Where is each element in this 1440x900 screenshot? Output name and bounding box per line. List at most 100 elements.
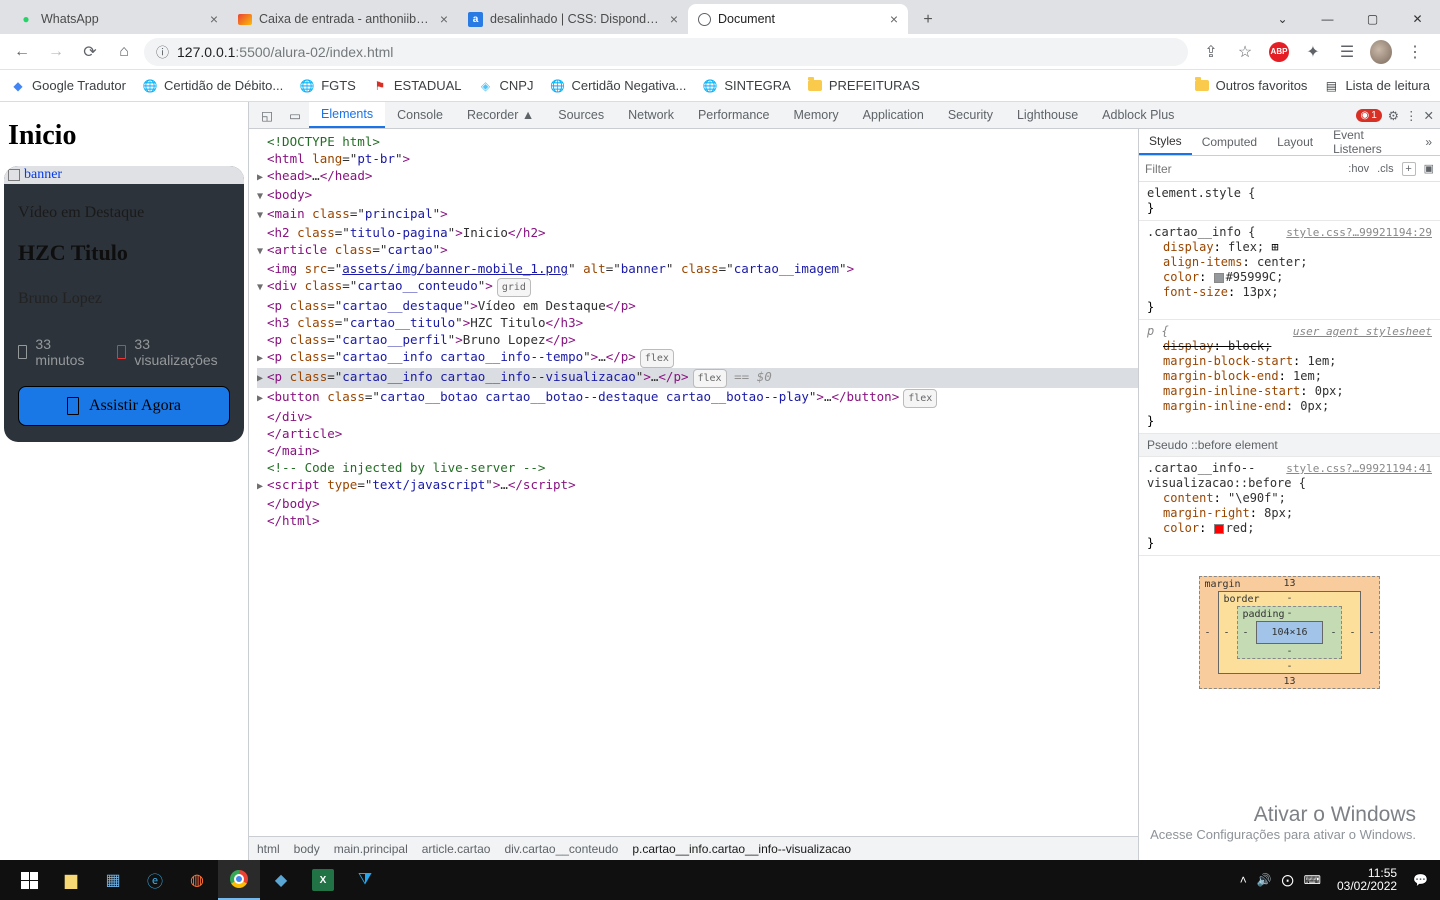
close-window-button[interactable]: ✕ bbox=[1395, 4, 1440, 34]
tab-recorder[interactable]: Recorder ▲ bbox=[455, 102, 546, 128]
tab-whatsapp[interactable]: ● WhatsApp × bbox=[8, 4, 228, 34]
dom-line[interactable]: <h3 class="cartao__titulo">HZC Titulo</h… bbox=[257, 314, 1138, 331]
tab-application[interactable]: Application bbox=[851, 102, 936, 128]
color-swatch-icon[interactable] bbox=[1214, 273, 1224, 283]
abp-icon[interactable]: ABP bbox=[1268, 41, 1290, 63]
tab-alura[interactable]: a desalinhado | CSS: Dispondo ele × bbox=[458, 4, 688, 34]
reload-button[interactable]: ⟳ bbox=[76, 38, 104, 66]
menu-icon[interactable]: ⋮ bbox=[1404, 41, 1426, 63]
flex-editor-icon[interactable]: ⊞ bbox=[1271, 240, 1278, 254]
cls-toggle[interactable]: .cls bbox=[1377, 163, 1394, 175]
watch-now-button[interactable]: Assistir Agora bbox=[18, 386, 230, 426]
rule-src-link[interactable]: style.css?…99921194:41 bbox=[1286, 461, 1432, 476]
site-info-icon[interactable]: ⓘ bbox=[156, 42, 169, 61]
tray-lang-icon[interactable]: ⌨ bbox=[1304, 873, 1321, 887]
dom-line[interactable]: ▼<body> bbox=[257, 186, 1138, 205]
file-explorer-icon[interactable]: ▆ bbox=[50, 860, 92, 900]
dom-line[interactable]: ▶<head>…</head> bbox=[257, 167, 1138, 186]
tray-network-icon[interactable]: ⨀ bbox=[1282, 873, 1294, 887]
bookmark-reading-list[interactable]: ▤Lista de leitura bbox=[1323, 78, 1430, 94]
tab-performance[interactable]: Performance bbox=[686, 102, 782, 128]
inspect-icon[interactable]: ◱ bbox=[253, 102, 281, 128]
rule-src-link[interactable]: style.css?…99921194:29 bbox=[1286, 225, 1432, 240]
minimize-button[interactable]: — bbox=[1305, 4, 1350, 34]
rule-p-ua[interactable]: user agent stylesheet p { display: block… bbox=[1139, 320, 1440, 434]
caret-down-icon[interactable]: ⌄ bbox=[1260, 4, 1305, 34]
start-button[interactable] bbox=[8, 860, 50, 900]
dom-line[interactable]: ▶<script type="text/javascript">…</scrip… bbox=[257, 476, 1138, 495]
tray-up-icon[interactable]: ˄ bbox=[1240, 873, 1247, 887]
crumb[interactable]: body bbox=[294, 842, 320, 856]
styles-filter-input[interactable] bbox=[1145, 162, 1340, 176]
tab-gmail[interactable]: Caixa de entrada - anthoniibs@g × bbox=[228, 4, 458, 34]
tab-adblock[interactable]: Adblock Plus bbox=[1090, 102, 1186, 128]
more-tabs-icon[interactable]: » bbox=[1417, 135, 1440, 149]
rule-visualizacao-before[interactable]: style.css?…99921194:41 .cartao__info--vi… bbox=[1139, 457, 1440, 556]
dom-line[interactable]: </div> bbox=[257, 408, 1138, 425]
close-icon[interactable]: × bbox=[440, 11, 448, 27]
dom-line[interactable]: ▶<p class="cartao__info cartao__info--vi… bbox=[257, 368, 1138, 388]
elements-tree[interactable]: <!DOCTYPE html><html lang="pt-br">▶<head… bbox=[249, 129, 1138, 836]
dom-line[interactable]: </main> bbox=[257, 442, 1138, 459]
reading-list-icon[interactable]: ☰ bbox=[1336, 41, 1358, 63]
close-icon[interactable]: × bbox=[890, 11, 898, 27]
notifications-icon[interactable]: 💬 bbox=[1413, 873, 1428, 887]
dom-line[interactable]: <h2 class="titulo-pagina">Inicio</h2> bbox=[257, 224, 1138, 241]
ie-icon[interactable]: ⓔ bbox=[134, 860, 176, 900]
box-model[interactable]: margin 13 13 -- border -- -- padding -- bbox=[1139, 556, 1440, 709]
crumb[interactable]: div.cartao__conteudo bbox=[504, 842, 618, 856]
calculator-icon[interactable]: ▦ bbox=[92, 860, 134, 900]
home-button[interactable]: ⌂ bbox=[110, 38, 138, 66]
hov-toggle[interactable]: :hov bbox=[1348, 163, 1369, 175]
error-count-badge[interactable]: ◉ 1 bbox=[1356, 109, 1382, 122]
tab-document[interactable]: Document × bbox=[688, 4, 908, 34]
close-icon[interactable]: × bbox=[670, 11, 678, 27]
tab-sources[interactable]: Sources bbox=[546, 102, 616, 128]
bookmark-item[interactable]: ⚑ESTADUAL bbox=[372, 78, 462, 94]
address-bar[interactable]: ⓘ 127.0.0.1:5500/alura-02/index.html bbox=[144, 38, 1188, 66]
bookmark-other[interactable]: Outros favoritos bbox=[1194, 78, 1308, 94]
dom-line[interactable]: ▼<main class="principal"> bbox=[257, 205, 1138, 224]
firefox-icon[interactable]: ◍ bbox=[176, 860, 218, 900]
sidetab-computed[interactable]: Computed bbox=[1192, 129, 1267, 155]
dom-line[interactable]: <img src="assets/img/banner-mobile_1.png… bbox=[257, 260, 1138, 277]
dom-line[interactable]: </article> bbox=[257, 425, 1138, 442]
dom-line[interactable]: ▶<button class="cartao__botao cartao__bo… bbox=[257, 388, 1138, 408]
dom-line[interactable]: <!DOCTYPE html> bbox=[257, 133, 1138, 150]
app-icon[interactable]: ◆ bbox=[260, 860, 302, 900]
bookmark-item[interactable]: 🌐FGTS bbox=[299, 78, 356, 94]
profile-avatar[interactable] bbox=[1370, 41, 1392, 63]
crumb[interactable]: main.principal bbox=[334, 842, 408, 856]
dom-line[interactable]: </html> bbox=[257, 512, 1138, 529]
tray-volume-icon[interactable]: 🔊 bbox=[1257, 873, 1272, 887]
dom-line[interactable]: <p class="cartao__destaque">Vídeo em Des… bbox=[257, 297, 1138, 314]
chrome-icon[interactable] bbox=[218, 860, 260, 900]
extensions-icon[interactable]: ✦ bbox=[1302, 41, 1324, 63]
tab-memory[interactable]: Memory bbox=[782, 102, 851, 128]
dom-line[interactable]: ▼<article class="cartao"> bbox=[257, 241, 1138, 260]
share-icon[interactable]: ⇪ bbox=[1200, 41, 1222, 63]
crumb[interactable]: article.cartao bbox=[422, 842, 491, 856]
dom-line[interactable]: ▶<p class="cartao__info cartao__info--te… bbox=[257, 348, 1138, 368]
close-devtools-icon[interactable]: ✕ bbox=[1424, 108, 1434, 123]
crumb[interactable]: html bbox=[257, 842, 280, 856]
bookmark-item[interactable]: ◈CNPJ bbox=[478, 78, 534, 94]
device-toggle-icon[interactable]: ▭ bbox=[281, 102, 309, 128]
breadcrumb-trail[interactable]: html body main.principal article.cartao … bbox=[249, 836, 1138, 860]
crumb[interactable]: p.cartao__info.cartao__info--visualizaca… bbox=[632, 842, 851, 856]
tab-network[interactable]: Network bbox=[616, 102, 686, 128]
dom-line[interactable]: ▼<div class="cartao__conteudo">grid bbox=[257, 277, 1138, 297]
bookmark-item[interactable]: PREFEITURAS bbox=[807, 78, 920, 94]
bookmark-item[interactable]: 🌐Certidão Negativa... bbox=[549, 78, 686, 94]
rule-cartao-info[interactable]: style.css?…99921194:29 .cartao__info { d… bbox=[1139, 221, 1440, 320]
forward-button[interactable]: → bbox=[42, 38, 70, 66]
dom-line[interactable]: <html lang="pt-br"> bbox=[257, 150, 1138, 167]
tab-lighthouse[interactable]: Lighthouse bbox=[1005, 102, 1090, 128]
sidetab-event-listeners[interactable]: Event Listeners bbox=[1323, 129, 1417, 155]
settings-icon[interactable]: ⚙ bbox=[1388, 108, 1399, 123]
tab-security[interactable]: Security bbox=[936, 102, 1005, 128]
bookmark-star-icon[interactable]: ☆ bbox=[1234, 41, 1256, 63]
dom-line[interactable]: <p class="cartao__perfil">Bruno Lopez</p… bbox=[257, 331, 1138, 348]
excel-icon[interactable]: X bbox=[312, 869, 334, 891]
vscode-icon[interactable]: ⧩ bbox=[344, 860, 386, 900]
